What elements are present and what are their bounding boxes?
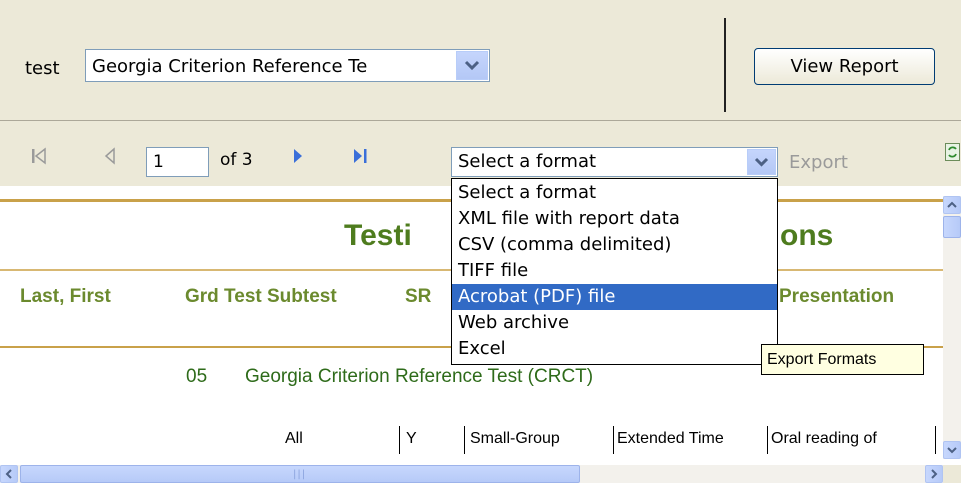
- format-option[interactable]: Web archive: [452, 310, 777, 336]
- vertical-scrollbar[interactable]: [943, 196, 961, 459]
- cell-divider: [464, 426, 465, 454]
- parameter-divider: [724, 18, 726, 112]
- report-title: Testi: [344, 219, 412, 252]
- scroll-left-button[interactable]: [0, 465, 18, 483]
- scroll-right-button[interactable]: [925, 465, 943, 483]
- row-test-name: Georgia Criterion Reference Test (CRCT): [245, 366, 594, 387]
- test-select-value: Georgia Criterion Reference Te: [92, 56, 368, 77]
- format-option[interactable]: Excel: [452, 336, 777, 362]
- format-option[interactable]: Acrobat (PDF) file: [452, 284, 777, 310]
- horizontal-scrollbar[interactable]: |||: [0, 465, 943, 483]
- view-report-button[interactable]: View Report: [754, 48, 935, 85]
- cell-divider: [613, 426, 614, 454]
- scrollbar-corner: [943, 465, 961, 483]
- scroll-up-button[interactable]: [943, 196, 961, 214]
- first-page-icon[interactable]: [31, 147, 47, 165]
- cell-divider: [935, 426, 936, 454]
- format-option[interactable]: Select a format: [452, 180, 777, 206]
- test-parameter-label: test: [25, 58, 60, 79]
- cell-divider: [399, 426, 400, 454]
- column-header-name: Last, First: [20, 286, 111, 307]
- grip-icon: |||: [293, 469, 307, 480]
- chevron-down-icon[interactable]: [456, 51, 488, 80]
- page-count-label: of 3: [220, 150, 253, 170]
- refresh-icon[interactable]: [945, 142, 961, 162]
- column-header-presentation: Presentation: [779, 286, 895, 307]
- format-option[interactable]: CSV (comma delimited): [452, 232, 777, 258]
- cell-divider: [767, 426, 768, 454]
- scroll-down-button[interactable]: [943, 441, 961, 459]
- row-grade: 05: [186, 366, 208, 387]
- format-option[interactable]: TIFF file: [452, 258, 777, 284]
- accommodation-cell: Y: [406, 430, 417, 447]
- export-link[interactable]: Export: [789, 152, 848, 173]
- column-header-grd-test-subtest: Grd Test Subtest: [185, 286, 337, 307]
- report-title-tail: ons: [780, 219, 834, 252]
- accommodation-cell: Extended Time: [617, 430, 724, 447]
- test-select[interactable]: Georgia Criterion Reference Te: [85, 49, 490, 82]
- accommodation-cell: Small-Group: [470, 430, 560, 447]
- last-page-icon[interactable]: [352, 147, 368, 165]
- next-page-icon[interactable]: [292, 147, 304, 165]
- horizontal-scroll-thumb[interactable]: |||: [20, 465, 580, 483]
- previous-page-icon[interactable]: [104, 147, 116, 165]
- export-formats-tooltip: Export Formats: [761, 344, 924, 375]
- export-format-dropdown-list[interactable]: Select a format XML file with report data…: [451, 178, 778, 365]
- column-header-src: SR: [405, 286, 432, 307]
- export-format-select-value: Select a format: [458, 151, 597, 172]
- format-option[interactable]: XML file with report data: [452, 206, 777, 232]
- accommodation-cell: Oral reading of: [771, 430, 877, 447]
- vertical-scroll-thumb[interactable]: [943, 216, 961, 238]
- page-number-input[interactable]: 1: [146, 147, 209, 177]
- accommodation-cell: All: [285, 430, 303, 447]
- chevron-down-icon[interactable]: [747, 149, 776, 175]
- export-format-select[interactable]: Select a format: [451, 147, 778, 177]
